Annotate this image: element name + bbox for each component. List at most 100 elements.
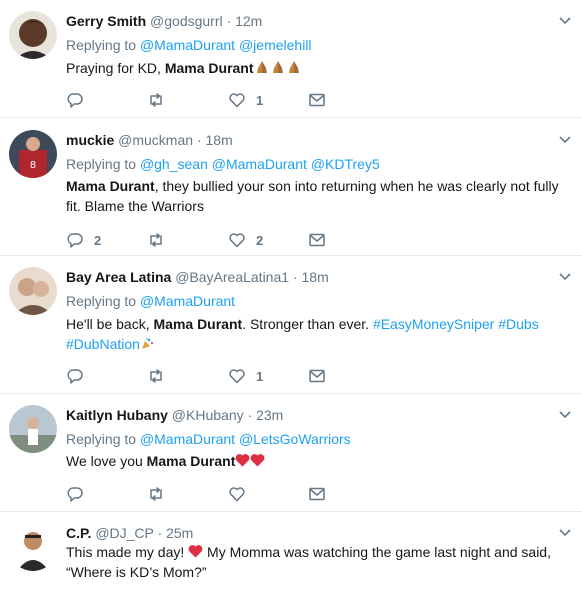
mention-link[interactable]: @gh_sean (140, 156, 208, 172)
display-name[interactable]: Kaitlyn Hubany (66, 407, 168, 423)
avatar-image (9, 11, 57, 59)
mention-link[interactable]: @KDTrey5 (311, 156, 380, 172)
reply-button[interactable] (66, 484, 94, 504)
avatar[interactable] (9, 267, 57, 315)
tweet[interactable]: C.P. @DJ_CP · 25m This made my day! My M… (0, 512, 582, 607)
reply-button[interactable]: 2 (66, 230, 101, 250)
bold-text: Mama Durant (146, 453, 236, 469)
mention-link[interactable]: @MamaDurant (140, 431, 235, 447)
svg-text:8: 8 (30, 160, 36, 171)
replying-label: Replying to (66, 431, 137, 447)
reply-count: 2 (94, 232, 102, 248)
user-handle[interactable]: @KHubany (172, 407, 244, 423)
tweet-actions: 1 (66, 90, 356, 110)
display-name[interactable]: muckie (66, 132, 114, 148)
retweet-button[interactable] (147, 90, 175, 110)
tweet[interactable]: Kaitlyn Hubany @KHubany · 23m Replying t… (0, 394, 582, 512)
timestamp[interactable]: 23m (256, 407, 283, 423)
heart-outline-icon (229, 369, 245, 384)
tweet-feed: Gerry Smith @godsgurrl · 12m Replying to… (0, 0, 582, 607)
tweet[interactable]: Bay Area Latina @BayAreaLatina1 · 18m Re… (0, 256, 582, 394)
timestamp[interactable]: 18m (302, 269, 329, 285)
like-count: 1 (256, 368, 264, 384)
reply-icon (67, 487, 83, 502)
like-button[interactable]: 1 (228, 366, 263, 386)
mention-link[interactable]: @MamaDurant (140, 37, 235, 53)
party-popper-icon (141, 338, 153, 349)
timestamp[interactable]: 18m (206, 132, 233, 148)
mention-link[interactable]: @LetsGoWarriors (239, 431, 351, 447)
display-name[interactable]: Gerry Smith (66, 13, 146, 29)
avatar[interactable]: 8 (9, 130, 57, 178)
separator-dot: · (196, 132, 202, 148)
tweet-actions (66, 484, 356, 504)
display-name[interactable]: C.P. (66, 525, 91, 541)
direct-message-button[interactable] (308, 484, 326, 504)
chevron-down-icon[interactable] (558, 269, 572, 283)
retweet-button[interactable] (147, 484, 175, 504)
tweet-header: muckie @muckman · 18m (66, 130, 233, 150)
avatar[interactable] (9, 523, 57, 571)
tweet-actions: 2 2 (66, 230, 356, 250)
text-segment: Praying for KD, (66, 60, 165, 76)
bold-text: Mama Durant (164, 60, 254, 76)
like-button[interactable]: 1 (228, 90, 263, 110)
retweet-icon (150, 369, 162, 383)
timestamp[interactable]: 12m (235, 13, 262, 29)
separator-dot: · (157, 525, 163, 541)
hashtag-link[interactable]: #Dubs (498, 316, 538, 332)
bold-text: Mama Durant (153, 316, 243, 332)
chevron-down-icon[interactable] (558, 407, 572, 421)
user-handle[interactable]: @DJ_CP (95, 525, 153, 541)
heart-outline-icon (229, 93, 245, 108)
reply-button[interactable] (66, 90, 94, 110)
mention-link[interactable]: @MamaDurant (140, 293, 235, 309)
mention-link[interactable]: @MamaDurant (212, 156, 307, 172)
like-button[interactable]: 2 (228, 230, 263, 250)
tweet[interactable]: 8 muckie @muckman · 18m Replying to @gh_… (0, 118, 582, 256)
user-handle[interactable]: @BayAreaLatina1 (175, 269, 289, 285)
replying-label: Replying to (66, 37, 137, 53)
text-segment: This made my day! (66, 544, 189, 560)
avatar-image: 8 (9, 130, 57, 178)
replying-label: Replying to (66, 156, 137, 172)
direct-message-button[interactable] (308, 230, 326, 250)
avatar[interactable] (9, 11, 57, 59)
text-segment: He'll be back, (66, 316, 154, 332)
like-button[interactable] (228, 484, 256, 504)
envelope-icon (309, 369, 325, 383)
chevron-down-icon[interactable] (558, 132, 572, 146)
avatar-image (9, 405, 57, 453)
envelope-icon (309, 233, 325, 247)
separator-dot: · (292, 269, 298, 285)
retweet-button[interactable] (147, 366, 175, 386)
direct-message-button[interactable] (308, 366, 326, 386)
red-heart-icon (250, 454, 265, 467)
chevron-down-icon[interactable] (558, 13, 572, 27)
retweet-button[interactable] (147, 230, 175, 250)
user-handle[interactable]: @godsgurrl (150, 13, 223, 29)
separator-dot: · (247, 407, 253, 423)
display-name[interactable]: Bay Area Latina (66, 269, 171, 285)
timestamp[interactable]: 25m (166, 525, 193, 541)
tweet-text: Praying for KD, Mama Durant (66, 58, 572, 78)
tweet[interactable]: Gerry Smith @godsgurrl · 12m Replying to… (0, 0, 582, 118)
avatar-image (9, 267, 57, 315)
reply-icon (67, 369, 83, 384)
tweet-text: Mama Durant, they bullied your son into … (66, 176, 572, 216)
reply-button[interactable] (66, 366, 94, 386)
reply-icon (67, 233, 83, 248)
hashtag-link[interactable]: #DubNation (66, 336, 140, 352)
mention-link[interactable]: @jemelehill (239, 37, 312, 53)
heart-outline-icon (229, 233, 245, 248)
user-handle[interactable]: @muckman (118, 132, 193, 148)
envelope-icon (309, 93, 325, 107)
chevron-down-icon[interactable] (558, 525, 572, 539)
text-segment: We love you (66, 453, 147, 469)
red-heart-icon (235, 454, 250, 467)
direct-message-button[interactable] (308, 90, 326, 110)
tweet-actions: 1 (66, 366, 356, 386)
text-segment: My Momma was watching the game last nigh… (203, 544, 551, 560)
avatar[interactable] (9, 405, 57, 453)
hashtag-link[interactable]: #EasyMoneySniper (373, 316, 494, 332)
